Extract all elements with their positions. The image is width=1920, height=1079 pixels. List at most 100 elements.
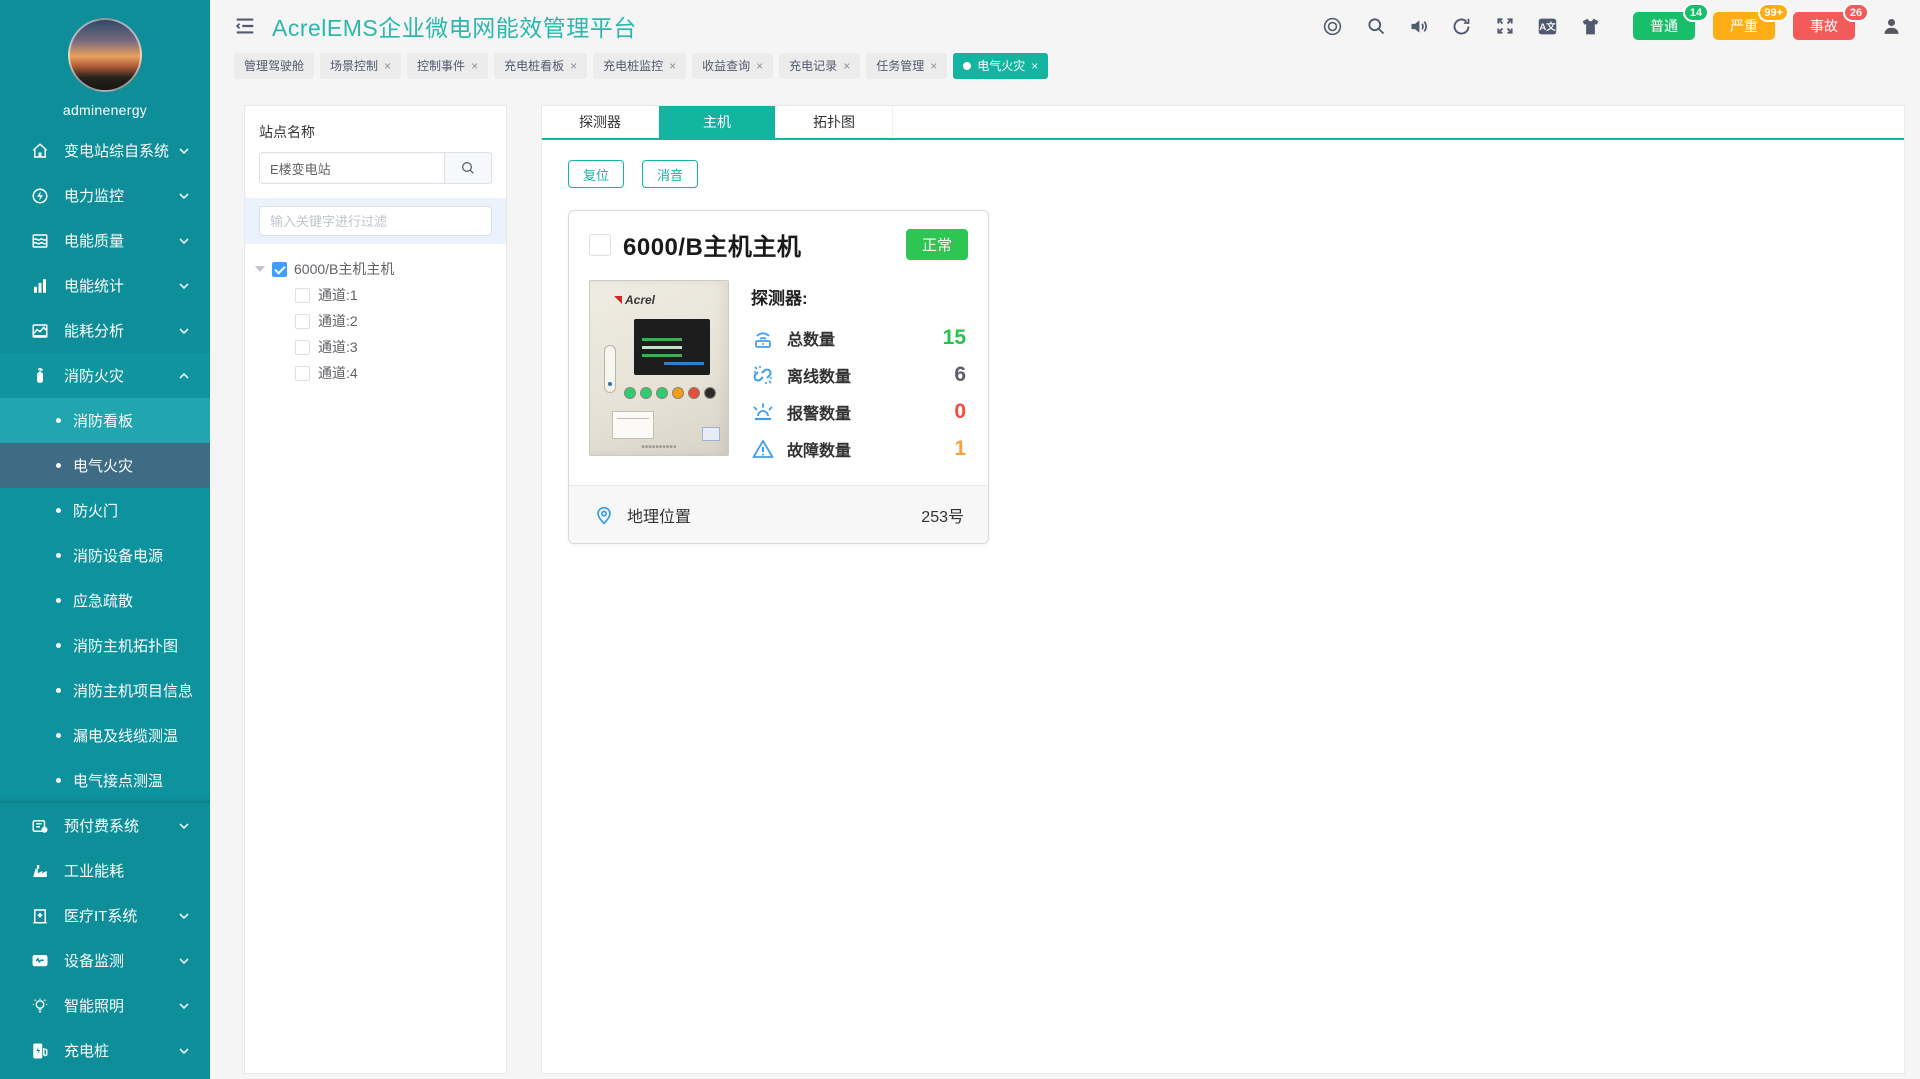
submenu-item-electrical-fire[interactable]: 电气火灾	[0, 443, 210, 488]
menu-fold-icon[interactable]	[234, 15, 256, 37]
submenu-item-fire-host-project-info[interactable]: 消防主机项目信息	[0, 668, 210, 713]
volume-icon[interactable]	[1408, 16, 1429, 37]
submenu-item-fire-door[interactable]: 防火门	[0, 488, 210, 533]
submenu-item-label: 消防设备电源	[73, 545, 163, 566]
refresh-icon[interactable]	[1451, 16, 1472, 37]
bullet-icon	[56, 643, 61, 648]
submenu-item-label: 消防看板	[73, 410, 133, 431]
sidebar-item-prepaid[interactable]: 预付费系统	[0, 803, 210, 848]
tab-control-events[interactable]: 控制事件×	[407, 53, 488, 79]
sidebar-item-ev-charger[interactable]: 充电桩	[0, 1028, 210, 1073]
bullet-icon	[56, 778, 61, 783]
device-label-sticker	[702, 427, 720, 441]
alarm-severe-button[interactable]: 严重 99+	[1713, 12, 1775, 40]
tree-filter-input[interactable]	[259, 206, 492, 236]
close-icon[interactable]: ×	[1031, 60, 1038, 72]
bullet-icon	[56, 418, 61, 423]
tree-checkbox[interactable]	[295, 288, 310, 303]
close-icon[interactable]: ×	[843, 60, 850, 72]
ev-charger-icon	[30, 1041, 50, 1061]
sidebar-item-medical-it[interactable]: 医疗IT系统	[0, 893, 210, 938]
detail-tabs: 探测器 主机 拓扑图	[542, 106, 1904, 140]
sidebar-item-smart-lighting[interactable]: 智能照明	[0, 983, 210, 1028]
chevron-down-icon	[178, 955, 190, 967]
tab-hosts[interactable]: 主机	[659, 106, 776, 138]
sidebar-item-power-quality[interactable]: 电能质量	[0, 218, 210, 263]
close-icon[interactable]: ×	[669, 60, 676, 72]
tree-checkbox[interactable]	[295, 366, 310, 381]
tab-management-cockpit[interactable]: 管理驾驶舱	[234, 53, 314, 79]
tab-charging-records[interactable]: 充电记录×	[779, 53, 860, 79]
location-value: 253号	[921, 503, 964, 527]
tree-checkbox[interactable]	[295, 340, 310, 355]
sidebar-item-power-monitor[interactable]: 电力监控	[0, 173, 210, 218]
content-area: 站点名称 6000/B主机主机	[210, 85, 1920, 1079]
sidebar-item-energy-stats[interactable]: 电能统计	[0, 263, 210, 308]
avatar[interactable]	[68, 18, 142, 92]
tree-node-channel-3[interactable]: 通道:3	[295, 334, 496, 360]
submenu-item-emergency-evacuation[interactable]: 应急疏散	[0, 578, 210, 623]
alarm-accident-count: 26	[1843, 3, 1869, 22]
offline-icon	[751, 363, 775, 387]
sidebar-item-substation[interactable]: 变电站综自系统	[0, 128, 210, 173]
submenu-item-leakage-cable-temp[interactable]: 漏电及线缆测温	[0, 713, 210, 758]
submenu-item-label: 电气接点测温	[73, 770, 163, 791]
submenu-item-fire-host-topology[interactable]: 消防主机拓扑图	[0, 623, 210, 668]
tab-detectors[interactable]: 探测器	[542, 106, 659, 138]
tab-label: 场景控制	[330, 57, 378, 74]
translate-icon[interactable]: A文	[1537, 16, 1558, 37]
submenu-item-fire-equipment-power[interactable]: 消防设备电源	[0, 533, 210, 578]
site-panel: 站点名称 6000/B主机主机	[244, 105, 507, 1074]
tree-node-channel-4[interactable]: 通道:4	[295, 360, 496, 386]
close-icon[interactable]: ×	[930, 60, 937, 72]
tab-charger-monitor[interactable]: 充电桩监控×	[593, 53, 686, 79]
mute-button[interactable]: 消音	[642, 160, 698, 188]
alarm-accident-button[interactable]: 事故 26	[1793, 12, 1855, 40]
caret-down-icon[interactable]	[255, 266, 265, 272]
top-header: AcrelEMS企业微电网能效管理平台 A文	[210, 0, 1920, 52]
help-ring-icon[interactable]	[1322, 16, 1343, 37]
theme-shirt-icon[interactable]	[1580, 16, 1601, 37]
sidebar-item-device-monitor[interactable]: 设备监测	[0, 938, 210, 983]
chevron-down-icon	[178, 1000, 190, 1012]
close-icon[interactable]: ×	[384, 60, 391, 72]
host-card[interactable]: 6000/B主机主机 正常 Acrel	[568, 210, 989, 544]
alarm-normal-button[interactable]: 普通 14	[1633, 12, 1695, 40]
tab-scene-control[interactable]: 场景控制 ×	[320, 53, 401, 79]
submenu-item-electrical-contact-temp[interactable]: 电气接点测温	[0, 758, 210, 803]
sidebar-item-label: 消防火灾	[64, 365, 178, 386]
reset-button[interactable]: 复位	[568, 160, 624, 188]
search-icon[interactable]	[1365, 16, 1386, 37]
close-icon[interactable]: ×	[756, 60, 763, 72]
tab-task-management[interactable]: 任务管理×	[866, 53, 947, 79]
user-icon[interactable]	[1881, 16, 1902, 37]
device-photo: Acrel	[589, 280, 729, 456]
sidebar-item-label: 工业能耗	[64, 860, 190, 881]
tab-electrical-fire[interactable]: 电气火灾 ×	[953, 53, 1048, 79]
close-icon[interactable]: ×	[471, 60, 478, 72]
stat-row-offline: 离线数量 6	[751, 356, 966, 393]
tree-checkbox[interactable]	[295, 314, 310, 329]
tab-topology[interactable]: 拓扑图	[776, 106, 893, 138]
main-region: AcrelEMS企业微电网能效管理平台 A文	[210, 0, 1920, 1079]
stat-label: 离线数量	[787, 363, 851, 387]
svg-text:A文: A文	[1539, 21, 1556, 33]
chevron-down-icon	[178, 145, 190, 157]
host-card-title: 6000/B主机主机	[623, 227, 801, 262]
sidebar-item-industry-energy[interactable]: 工业能耗	[0, 848, 210, 893]
site-search-button[interactable]	[444, 152, 492, 184]
submenu-item-fire-dashboard[interactable]: 消防看板	[0, 398, 210, 443]
host-card-checkbox[interactable]	[589, 234, 611, 256]
tab-charger-dashboard[interactable]: 充电桩看板×	[494, 53, 587, 79]
tree-node-channel-2[interactable]: 通道:2	[295, 308, 496, 334]
tree-root-node[interactable]: 6000/B主机主机	[255, 256, 496, 282]
sidebar-item-fire-safety[interactable]: 消防火灾	[0, 353, 210, 398]
site-search-input[interactable]	[259, 152, 444, 184]
tree-root-checkbox[interactable]	[272, 262, 287, 277]
tab-label: 电气火灾	[977, 57, 1025, 74]
fullscreen-icon[interactable]	[1494, 16, 1515, 37]
close-icon[interactable]: ×	[570, 60, 577, 72]
tree-node-channel-1[interactable]: 通道:1	[295, 282, 496, 308]
sidebar-item-energy-analysis[interactable]: 能耗分析	[0, 308, 210, 353]
tab-revenue-query[interactable]: 收益查询×	[692, 53, 773, 79]
